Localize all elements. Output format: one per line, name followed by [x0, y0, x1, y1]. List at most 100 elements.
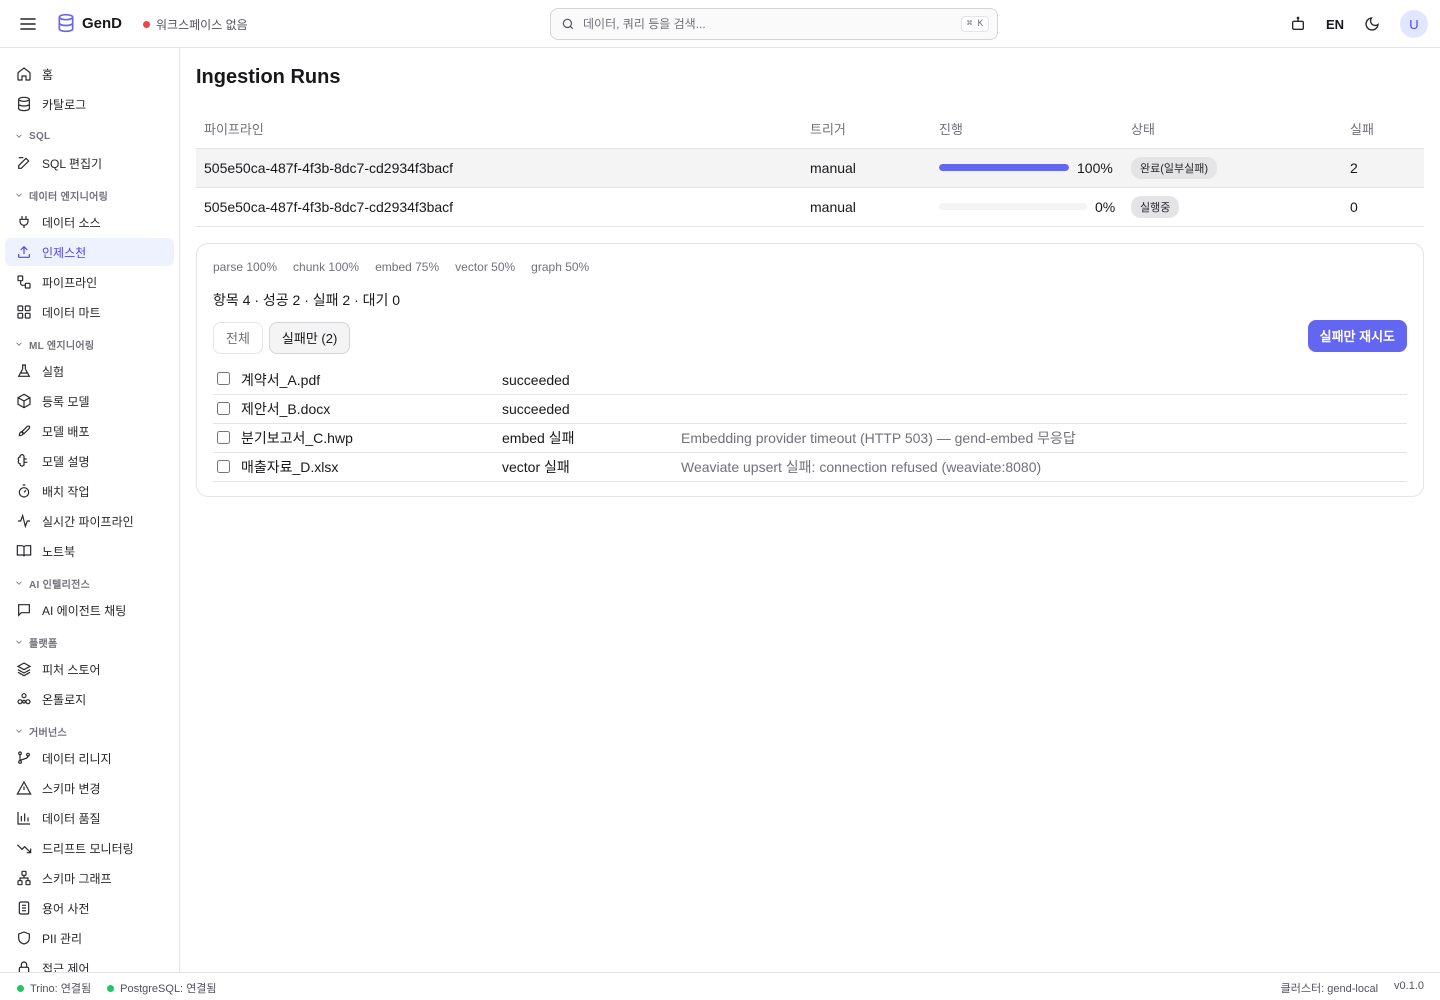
table-row: 계약서_A.pdf succeeded — [213, 365, 1407, 395]
sidebar-item-model-explain[interactable]: 모델 설명 — [5, 447, 174, 475]
sidebar-item-label: 스키마 그래프 — [42, 871, 112, 886]
sidebar: 홈 카탈로그 SQL SQL 편집기 데이터 엔지니어링 데이터 소스 인제스천… — [0, 48, 180, 972]
sidebar-item-model-deploy[interactable]: 모델 배포 — [5, 417, 174, 445]
items-summary: 항목 4 · 성공 2 · 실패 2 · 대기 0 — [213, 291, 401, 308]
ingestion-items-table: 계약서_A.pdf succeeded 제안서_B.docx succeeded… — [213, 365, 1407, 482]
sidebar-item-feature-store[interactable]: 피처 스토어 — [5, 655, 174, 683]
rocket-icon — [18, 425, 31, 437]
sidebar-item-data-mart[interactable]: 데이터 마트 — [5, 298, 174, 326]
status-badge: 실행중 — [1131, 195, 1180, 218]
postgres-status: PostgreSQL: 연결됨 — [107, 980, 217, 996]
chevron-down-icon — [16, 134, 22, 138]
item-checkbox[interactable] — [217, 372, 230, 386]
sidebar-item-schema-changes[interactable]: 스키마 변경 — [5, 774, 174, 802]
progress-bar — [939, 164, 1069, 171]
item-checkbox[interactable] — [217, 430, 230, 444]
chevron-down-icon — [16, 193, 22, 197]
sidebar-item-home[interactable]: 홈 — [5, 60, 174, 88]
sidebar-item-label: 모델 배포 — [42, 424, 90, 439]
item-checkbox[interactable] — [217, 401, 230, 415]
app-logo[interactable]: GenD — [56, 13, 122, 33]
activity-icon — [18, 513, 30, 529]
search-input[interactable] — [583, 17, 961, 31]
sidebar-section-data-engineering[interactable]: 데이터 엔지니어링 — [5, 185, 174, 205]
chat-icon — [18, 604, 30, 617]
sidebar-item-label: 실험 — [42, 364, 65, 379]
header-actions: EN U — [1288, 10, 1428, 38]
sidebar-item-pipelines[interactable]: 파이프라인 — [5, 268, 174, 296]
sidebar-section-ml-engineering[interactable]: ML 엔지니어링 — [5, 334, 174, 354]
sidebar-section-sql[interactable]: SQL — [5, 126, 174, 146]
sidebar-item-label: 실시간 파이프라인 — [42, 514, 134, 529]
sidebar-item-label: 노트북 — [42, 544, 76, 559]
stage-progress: parse 100% — [213, 259, 278, 274]
workspace-status[interactable]: 워크스페이스 없음 — [143, 16, 248, 33]
retry-failed-button[interactable]: 실패만 재시도 — [1307, 319, 1407, 352]
language-toggle[interactable]: EN — [1326, 17, 1344, 32]
sidebar-item-access-control[interactable]: 접근 제어 — [5, 954, 174, 972]
menu-icon[interactable] — [18, 14, 38, 34]
bot-icon[interactable] — [1288, 14, 1308, 34]
sidebar-item-drift-monitoring[interactable]: 드리프트 모니터링 — [5, 834, 174, 862]
progress-label: 100% — [1077, 159, 1113, 176]
progress-bar-fill — [939, 164, 1069, 171]
item-checkbox[interactable] — [217, 459, 230, 473]
run-failures: 2 — [1342, 148, 1424, 188]
avatar[interactable]: U — [1400, 10, 1428, 38]
column-header: 상태 — [1123, 110, 1342, 149]
filter-all-button[interactable]: 전체 — [213, 321, 263, 354]
sidebar-item-experiments[interactable]: 실험 — [5, 357, 174, 385]
sidebar-item-label: 용어 사전 — [42, 901, 90, 916]
plug-icon — [19, 216, 29, 228]
sidebar-item-ontology[interactable]: 온톨로지 — [5, 685, 174, 713]
filter-failed-button[interactable]: 실패만 (2) — [268, 321, 351, 354]
sidebar-item-registered-models[interactable]: 등록 모델 — [5, 387, 174, 415]
sidebar-item-data-lineage[interactable]: 데이터 리니지 — [5, 744, 174, 772]
sidebar-item-label: 데이터 품질 — [42, 811, 101, 826]
sidebar-item-realtime-pipelines[interactable]: 실시간 파이프라인 — [5, 507, 174, 535]
chevron-down-icon — [16, 581, 22, 585]
sidebar-item-label: 배치 작업 — [42, 484, 90, 499]
item-status: embed 실패 — [502, 423, 681, 453]
sidebar-item-label: 접근 제어 — [42, 961, 90, 973]
sidebar-item-sql-editor[interactable]: SQL 편집기 — [5, 149, 174, 177]
sidebar-item-label: 드리프트 모니터링 — [42, 841, 134, 856]
sidebar-item-label: 인제스천 — [42, 245, 87, 260]
item-file-name: 제안서_B.docx — [241, 394, 502, 424]
sidebar-item-notebooks[interactable]: 노트북 — [5, 537, 174, 565]
sidebar-section-governance[interactable]: 거버넌스 — [5, 721, 174, 741]
sidebar-item-ai-agent-chat[interactable]: AI 에이전트 채팅 — [5, 596, 174, 624]
global-search[interactable]: ⌘ K — [550, 8, 998, 40]
network-icon — [17, 693, 31, 705]
sidebar-item-data-quality[interactable]: 데이터 품질 — [5, 804, 174, 832]
stage-progress: graph 50% — [531, 259, 590, 274]
sidebar-item-label: 데이터 리니지 — [42, 751, 112, 766]
book-icon — [16, 545, 32, 557]
chevron-down-icon — [16, 640, 22, 644]
table-row[interactable]: 505e50ca-487f-4f3b-8dc7-cd2934f3bacf man… — [196, 148, 1424, 188]
sidebar-item-batch-jobs[interactable]: 배치 작업 — [5, 477, 174, 505]
page-title: Ingestion Runs — [196, 66, 341, 88]
timer-icon — [18, 484, 30, 498]
column-header: 파이프라인 — [196, 110, 802, 149]
trend-down-icon — [16, 844, 32, 854]
git-branch-icon — [18, 751, 30, 764]
moon-icon[interactable] — [1362, 14, 1382, 34]
chevron-down-icon — [16, 729, 22, 733]
sidebar-item-label: 스키마 변경 — [42, 781, 101, 796]
sidebar-section-ai-intelligence[interactable]: AI 인텔리전스 — [5, 573, 174, 593]
sidebar-item-pii-management[interactable]: PII 관리 — [5, 924, 174, 952]
workspace-status-label: 워크스페이스 없음 — [156, 18, 248, 32]
search-shortcut: ⌘ K — [960, 16, 989, 32]
sidebar-item-ingestion[interactable]: 인제스천 — [5, 238, 174, 266]
sidebar-item-glossary[interactable]: 용어 사전 — [5, 894, 174, 922]
sidebar-item-catalog[interactable]: 카탈로그 — [5, 90, 174, 118]
sidebar-section-platform[interactable]: 플랫폼 — [5, 632, 174, 652]
sidebar-item-data-sources[interactable]: 데이터 소스 — [5, 208, 174, 236]
item-file-name: 분기보고서_C.hwp — [241, 423, 502, 453]
table-row: 매출자료_D.xlsx vector 실패 Weaviate upsert 실패… — [213, 452, 1407, 482]
column-header: 트리거 — [802, 110, 931, 149]
edit-icon — [18, 157, 30, 169]
sidebar-item-schema-graph[interactable]: 스키마 그래프 — [5, 864, 174, 892]
table-row[interactable]: 505e50ca-487f-4f3b-8dc7-cd2934f3bacf man… — [196, 187, 1424, 227]
